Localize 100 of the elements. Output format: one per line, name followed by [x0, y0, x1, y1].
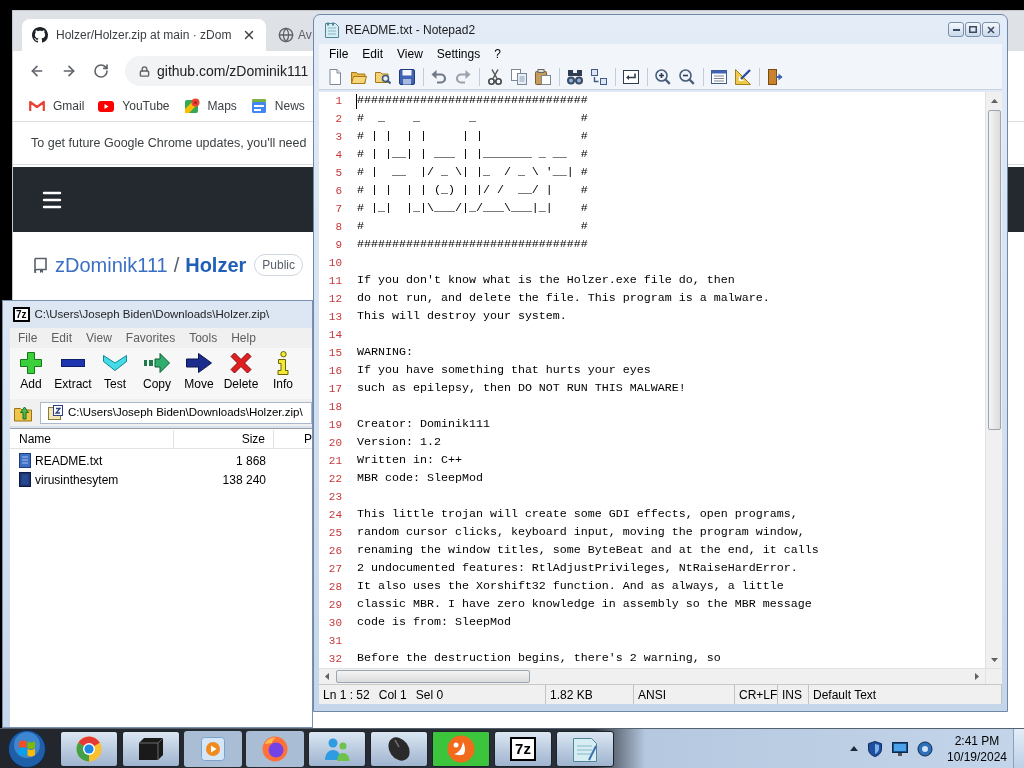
- clock-date[interactable]: 10/19/2024: [946, 748, 1008, 765]
- triangle-up-icon[interactable]: [850, 746, 858, 751]
- text-line: If you have something that hurts your eyes: [357, 362, 651, 380]
- taskbar-button[interactable]: [184, 730, 242, 767]
- line-number: 13: [327, 309, 343, 325]
- status-text: Ln 1 : 52: [323, 686, 370, 704]
- text-line: This will destroy your system.: [357, 308, 567, 326]
- device-box-icon: [138, 736, 164, 761]
- binoculars-icon[interactable]: [567, 68, 583, 85]
- shield-icon[interactable]: [867, 740, 883, 757]
- newspaper-icon: [250, 98, 267, 114]
- zoom-in-icon[interactable]: [655, 68, 671, 85]
- bookmark[interactable]: YouTube: [98, 97, 170, 115]
- menu-item[interactable]: File: [322, 45, 356, 63]
- line-number: 18: [327, 399, 343, 415]
- column-header[interactable]: Size: [174, 429, 274, 448]
- taskbar-button[interactable]: [60, 730, 118, 767]
- ruler-pencil-icon[interactable]: [735, 68, 751, 85]
- menu-item[interactable]: View: [390, 45, 430, 63]
- notepad-icon: [325, 21, 339, 38]
- cut-icon[interactable]: [487, 68, 503, 85]
- menu-item[interactable]: File: [11, 329, 45, 347]
- toolbar-button[interactable]: Add: [10, 351, 52, 391]
- taskbar-button[interactable]: 7z: [494, 730, 552, 767]
- paste-icon[interactable]: [535, 68, 551, 85]
- menu-item[interactable]: View: [79, 329, 119, 347]
- chevron-down-icon: [103, 355, 127, 371]
- line-number: 25: [327, 525, 343, 541]
- owner-link[interactable]: zDominik111: [55, 250, 168, 280]
- menu-item[interactable]: Settings: [429, 45, 488, 63]
- book-icon: [33, 257, 49, 273]
- toolbar-button[interactable]: Info: [262, 351, 304, 391]
- repo-link[interactable]: Holzer: [185, 250, 247, 280]
- dashed-arrow-icon: [144, 353, 170, 373]
- scroll-up-icon[interactable]: [990, 98, 998, 103]
- line-number: 11: [327, 273, 343, 289]
- new-file-icon[interactable]: [327, 68, 343, 85]
- taskbar-button[interactable]: [122, 730, 180, 767]
- swirl-logo-icon: [447, 734, 475, 763]
- undo-icon[interactable]: [431, 68, 447, 85]
- scroll-thumb[interactable]: [987, 110, 1001, 430]
- file-name[interactable]: README.txt: [35, 451, 103, 470]
- update-notice: To get future Google Chrome updates, you'll need: [31, 134, 307, 152]
- app-logo: 7z: [510, 736, 536, 761]
- start-button[interactable]: [6, 729, 48, 768]
- circle-icon[interactable]: [917, 740, 933, 757]
- clock-time[interactable]: 2:41 PM: [954, 732, 1000, 749]
- window-list-icon[interactable]: [711, 68, 727, 85]
- taskbar-button[interactable]: [556, 730, 614, 767]
- toolbar-button[interactable]: Move: [178, 351, 220, 391]
- copy-icon[interactable]: [511, 68, 527, 85]
- column-header[interactable]: P: [274, 429, 312, 448]
- toolbar-button[interactable]: Delete: [220, 351, 262, 391]
- close-icon[interactable]: [242, 28, 256, 42]
- text-line: Version: 1.2: [357, 434, 441, 452]
- monitor-icon[interactable]: [892, 740, 908, 757]
- taskbar-button[interactable]: [308, 730, 366, 767]
- scroll-right-icon[interactable]: [975, 673, 979, 680]
- text-line: # #: [357, 218, 588, 236]
- column-header[interactable]: Name: [10, 429, 174, 448]
- menu-item[interactable]: Edit: [44, 329, 80, 347]
- menu-item[interactable]: Favorites: [118, 329, 183, 347]
- toolbar-button[interactable]: Extract: [52, 351, 94, 391]
- menu-item[interactable]: Help: [224, 329, 263, 347]
- save-icon[interactable]: [399, 68, 415, 85]
- text-line: #################################: [357, 236, 588, 254]
- word-wrap-icon[interactable]: [623, 68, 639, 85]
- bookmark[interactable]: Gmail: [29, 97, 85, 115]
- toolbar-button[interactable]: Copy: [136, 351, 178, 391]
- scroll-down-icon[interactable]: [990, 657, 998, 662]
- scroll-left-icon[interactable]: [325, 673, 329, 680]
- browser-tab[interactable]: Av: [270, 19, 312, 51]
- menu-item[interactable]: Edit: [355, 45, 391, 63]
- close-button[interactable]: [982, 22, 1000, 37]
- menu-item[interactable]: Tools: [182, 329, 225, 347]
- address-bar[interactable]: github.com/zDominik111: [125, 56, 314, 86]
- taskbar-button[interactable]: [246, 730, 304, 767]
- status-text: Sel 0: [415, 686, 444, 704]
- door-arrow-icon[interactable]: [767, 68, 783, 85]
- toolbar-button[interactable]: Test: [94, 351, 136, 391]
- taskbar-button[interactable]: [432, 730, 490, 767]
- maximize-icon: [969, 26, 977, 33]
- scroll-thumb[interactable]: [336, 670, 530, 683]
- text-line: Written in: C++: [357, 452, 462, 470]
- bookmark[interactable]: Maps: [183, 97, 237, 115]
- reload-icon[interactable]: [93, 63, 109, 79]
- taskbar-button[interactable]: [370, 730, 428, 767]
- menu-item[interactable]: ?: [487, 45, 508, 63]
- browser-tab[interactable]: Holzer/Holzer.zip at main · zDom: [22, 19, 266, 51]
- forward-arrow-icon[interactable]: [61, 63, 77, 79]
- replace-icon[interactable]: [591, 68, 607, 85]
- mouse-icon: [386, 735, 412, 762]
- line-number: 16: [327, 363, 343, 379]
- bookmark[interactable]: News: [250, 97, 305, 115]
- path-field[interactable]: C:\Users\Joseph Biden\Downloads\Holzer.zip\: [40, 401, 312, 424]
- maximize-button[interactable]: [965, 22, 981, 37]
- text-line: # | __ |/ _ \| |_ / _ \ '__| #: [357, 164, 588, 182]
- file-name[interactable]: virusinthesytem: [35, 470, 119, 489]
- zoom-out-icon[interactable]: [679, 68, 695, 85]
- minimize-button[interactable]: [948, 22, 964, 37]
